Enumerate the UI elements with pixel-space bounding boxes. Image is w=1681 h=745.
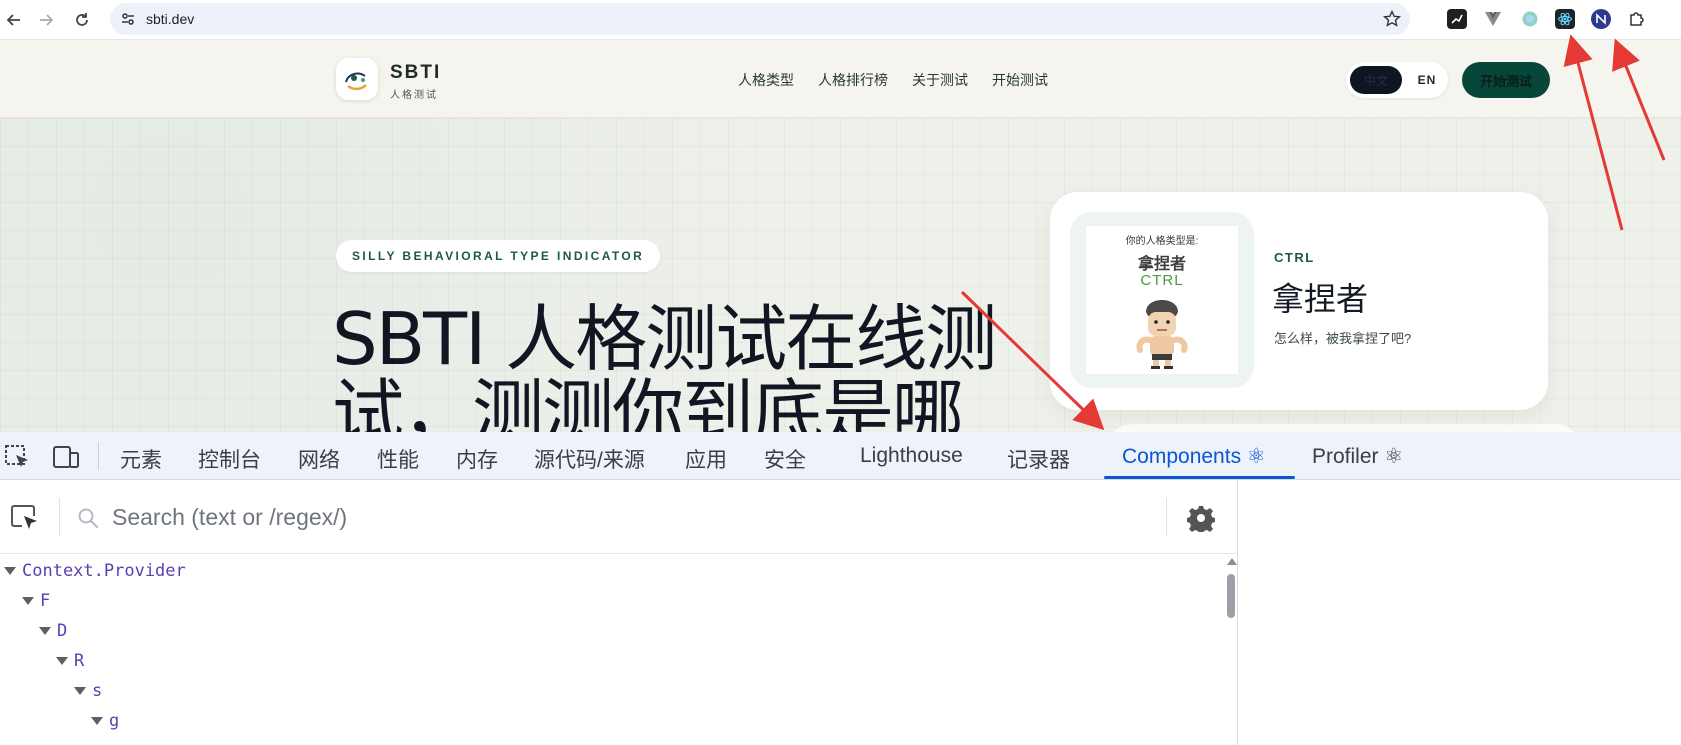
tab-network[interactable]: 网络 <box>298 444 340 474</box>
tab-console[interactable]: 控制台 <box>198 444 261 474</box>
url-text: sbti.dev <box>146 11 195 27</box>
components-search-input[interactable] <box>112 498 1152 536</box>
component-tree: Context.Provider F D R s g <box>0 556 1220 745</box>
hero-headline: SBTI 人格测试在线测试，测测你到底是哪 <box>332 297 997 432</box>
lang-zh-button[interactable]: 中文 <box>1350 66 1402 94</box>
extension-react-devtools-icon[interactable] <box>1555 9 1575 29</box>
tab-profiler[interactable]: Profiler ⚛ <box>1312 444 1403 469</box>
site-logo[interactable] <box>336 58 378 100</box>
active-tab-indicator <box>1104 476 1295 479</box>
back-button[interactable] <box>0 6 28 34</box>
brand-subtitle: 人格测试 <box>390 90 438 101</box>
tree-node-label: D <box>57 621 68 641</box>
card-type-description: 怎么样，被我拿捏了吧? <box>1274 331 1412 346</box>
arrow-right-icon <box>40 14 54 26</box>
start-test-button[interactable]: 开始测试 <box>1462 62 1550 98</box>
devtools-panel: 元素 控制台 网络 性能 内存 源代码/来源 应用 安全 Lighthouse … <box>0 432 1681 745</box>
collapse-caret-icon[interactable] <box>91 717 103 725</box>
secondary-card <box>1106 424 1582 432</box>
scroll-up-arrow-icon[interactable] <box>1227 558 1237 565</box>
nav-link-types[interactable]: 人格类型 <box>738 70 794 90</box>
web-page: SBTI 人格测试 人格类型 人格排行榜 关于测试 开始测试 中文 EN 开始测… <box>0 40 1681 432</box>
reload-icon <box>76 13 88 26</box>
tree-scrollbar[interactable] <box>1225 554 1237 745</box>
card-image-frame: 你的人格类型是: 拿捏者 CTRL <box>1070 212 1254 388</box>
extension-n-icon[interactable] <box>1591 9 1611 29</box>
devtools-tab-bar: 元素 控制台 网络 性能 内存 源代码/来源 应用 安全 Lighthouse … <box>0 432 1681 480</box>
tab-performance[interactable]: 性能 <box>377 444 419 474</box>
image-type-name: 拿捏者 <box>1137 256 1186 273</box>
tree-node-label: Context.Provider <box>22 561 186 581</box>
tree-node-label: s <box>92 681 103 701</box>
device-toolbar-icon[interactable] <box>52 444 80 470</box>
image-caption: 你的人格类型是: <box>1125 236 1199 247</box>
personality-card[interactable]: 你的人格类型是: 拿捏者 CTRL CTRL 拿捏者 怎么样，被我拿捏了吧? <box>1050 192 1548 410</box>
tab-application[interactable]: 应用 <box>685 444 727 474</box>
lang-en-button[interactable]: EN <box>1410 66 1444 94</box>
extension-circle-icon[interactable] <box>1520 9 1540 29</box>
nav-link-ranking[interactable]: 人格排行榜 <box>818 70 888 90</box>
tree-node-label: g <box>109 711 120 731</box>
nav-link-start[interactable]: 开始测试 <box>992 70 1048 90</box>
cartoon-figure-icon <box>1136 300 1188 369</box>
tab-separator <box>98 442 99 470</box>
tree-node-label: R <box>74 651 85 671</box>
gear-icon[interactable] <box>1187 504 1215 532</box>
collapse-caret-icon[interactable] <box>22 597 34 605</box>
search-separator-right <box>1166 498 1167 536</box>
tree-node-label: F <box>40 591 51 611</box>
components-search-bar <box>0 480 1237 554</box>
image-type-code: CTRL <box>1140 272 1184 289</box>
browser-toolbar: sbti.dev <box>0 0 1681 40</box>
collapse-caret-icon[interactable] <box>74 687 86 695</box>
extensions-puzzle-icon[interactable] <box>1627 9 1647 29</box>
scroll-thumb[interactable] <box>1227 574 1235 618</box>
components-tree-pane: Context.Provider F D R s <box>0 480 1237 745</box>
tab-components[interactable]: Components ⚛ <box>1122 444 1266 469</box>
tagline-badge: SILLY BEHAVIORAL TYPE INDICATOR <box>336 240 661 272</box>
tree-node[interactable]: D <box>39 616 67 646</box>
search-separator <box>59 498 60 536</box>
inspect-element-icon[interactable] <box>4 444 32 470</box>
card-type-code: CTRL <box>1274 250 1315 265</box>
collapse-caret-icon[interactable] <box>56 657 68 665</box>
tab-security[interactable]: 安全 <box>764 444 806 474</box>
site-settings-icon[interactable] <box>118 9 138 29</box>
tree-node[interactable]: Context.Provider <box>4 556 186 586</box>
nav-link-about[interactable]: 关于测试 <box>912 70 968 90</box>
logo-icon <box>345 72 367 91</box>
bookmark-star-icon[interactable] <box>1382 9 1402 29</box>
tab-lighthouse[interactable]: Lighthouse <box>860 444 963 468</box>
extension-chart-icon[interactable] <box>1447 9 1467 29</box>
extension-vue-icon[interactable] <box>1483 9 1503 29</box>
tab-recorder[interactable]: 记录器 <box>1007 444 1070 474</box>
language-toggle: 中文 EN <box>1346 62 1448 98</box>
screenshot-root: sbti.dev SBTI 人格测试 人格类型 人格排行榜 关于测试 开始测试 … <box>0 0 1681 745</box>
tree-node[interactable]: R <box>56 646 84 676</box>
site-header: SBTI 人格测试 人格类型 人格排行榜 关于测试 开始测试 中文 EN 开始测… <box>0 40 1681 118</box>
tree-node[interactable]: s <box>74 676 102 706</box>
card-type-title: 拿捏者 <box>1272 281 1369 317</box>
collapse-caret-icon[interactable] <box>4 567 16 575</box>
tree-node[interactable]: F <box>22 586 50 616</box>
site-nav: 人格类型 人格排行榜 关于测试 开始测试 <box>738 70 1048 90</box>
tab-memory[interactable]: 内存 <box>456 444 498 474</box>
tree-node[interactable]: g <box>91 706 119 736</box>
card-image: 你的人格类型是: 拿捏者 CTRL <box>1086 226 1238 374</box>
brand-name[interactable]: SBTI <box>390 62 441 84</box>
address-bar[interactable]: sbti.dev <box>110 3 1410 35</box>
arrow-left-icon <box>6 14 20 26</box>
reload-button[interactable] <box>68 6 96 34</box>
search-icon <box>78 508 99 529</box>
select-component-icon[interactable] <box>10 504 40 532</box>
pane-divider[interactable] <box>1237 480 1238 745</box>
tab-sources[interactable]: 源代码/来源 <box>534 444 645 474</box>
collapse-caret-icon[interactable] <box>39 627 51 635</box>
tab-elements[interactable]: 元素 <box>120 444 162 474</box>
forward-button[interactable] <box>32 6 60 34</box>
